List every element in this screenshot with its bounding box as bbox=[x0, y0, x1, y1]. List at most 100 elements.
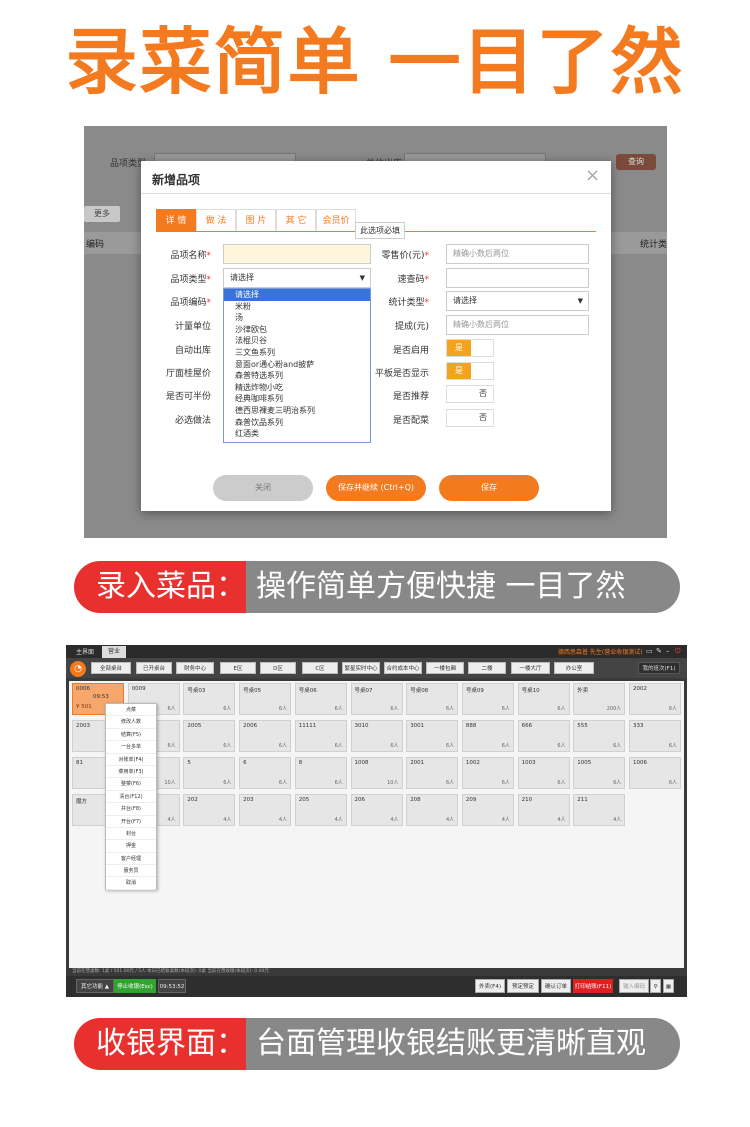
table-card[interactable]: 203 4人 bbox=[239, 794, 292, 826]
close-button[interactable]: 关闭 bbox=[213, 475, 313, 501]
tab-other[interactable]: 其 它 bbox=[276, 209, 316, 231]
nav-tab[interactable]: E区 bbox=[220, 662, 256, 674]
nav-tab[interactable]: 繁星实时中心 bbox=[342, 662, 380, 674]
table-card[interactable]: 号桌09 6人 bbox=[461, 683, 514, 715]
table-card[interactable]: 1005 6人 bbox=[573, 757, 626, 789]
table-card[interactable]: 209 4人 bbox=[461, 794, 514, 826]
table-card[interactable]: 210 4人 bbox=[517, 794, 570, 826]
dropdown-option[interactable]: 法棍贝谷 bbox=[224, 335, 370, 347]
dropdown-option[interactable]: 森普特选系列 bbox=[224, 370, 370, 382]
confirm-order-button[interactable]: 确认订单 bbox=[541, 979, 571, 993]
nav-tab[interactable]: 二楼 bbox=[468, 662, 506, 674]
context-menu-item[interactable]: 一台多单 bbox=[106, 741, 156, 754]
dropdown-option[interactable]: 经典咖啡系列 bbox=[224, 393, 370, 405]
tab-method[interactable]: 做 法 bbox=[196, 209, 236, 231]
minimize-icon[interactable]: – bbox=[666, 647, 670, 655]
table-card[interactable]: 555 6人 bbox=[573, 720, 626, 752]
dropdown-option[interactable]: 请选择 bbox=[224, 289, 370, 301]
item-type-dropdown[interactable]: 请选择 米粉汤沙律欧包 法棍贝谷 三文鱼系列 意面or通心粉and披萨 森普特选系列 精选炸… bbox=[223, 288, 371, 443]
item-type-select[interactable]: 请选择 ▼ bbox=[223, 268, 371, 288]
context-menu-item[interactable]: 封台 bbox=[106, 828, 156, 841]
close-icon[interactable]: × bbox=[585, 165, 600, 186]
dropdown-option[interactable]: 森普饮品系列 bbox=[224, 417, 370, 429]
search-button[interactable]: 查询 bbox=[616, 154, 656, 170]
tab-images[interactable]: 图 片 bbox=[236, 209, 276, 231]
table-card[interactable]: 3010 6人 bbox=[350, 720, 403, 752]
table-card[interactable]: 1006 6人 bbox=[629, 757, 681, 789]
table-card[interactable]: 211 4人 bbox=[573, 794, 626, 826]
power-icon[interactable]: ⏻ bbox=[675, 647, 681, 656]
table-card[interactable]: 206 4人 bbox=[350, 794, 403, 826]
retail-price-input[interactable]: 精确小数后两位 bbox=[446, 244, 589, 264]
table-card[interactable]: 2001 6人 bbox=[406, 757, 459, 789]
table-card[interactable]: 5 6人 bbox=[183, 757, 236, 789]
recommend-toggle[interactable]: 否 bbox=[446, 385, 494, 403]
nav-tab[interactable]: C区 bbox=[302, 662, 338, 674]
dropdown-option[interactable]: 德西思裸麦三明治系列 bbox=[224, 405, 370, 417]
table-card[interactable]: 2002 6人 bbox=[629, 683, 681, 715]
table-card[interactable]: 3001 6人 bbox=[406, 720, 459, 752]
other-functions-button[interactable]: 其它功能 ▲ bbox=[76, 979, 114, 993]
tab-main[interactable]: 主界面 bbox=[76, 647, 94, 656]
context-menu-item[interactable]: 修改人数 bbox=[106, 716, 156, 729]
dropdown-option[interactable]: 精选炸物小吃 bbox=[224, 382, 370, 394]
table-card[interactable]: 号桌07 6人 bbox=[350, 683, 403, 715]
table-card[interactable]: 11111 6人 bbox=[294, 720, 347, 752]
context-menu-item[interactable]: 客户经理 bbox=[106, 853, 156, 866]
more-button[interactable]: 更多 bbox=[84, 206, 120, 222]
table-card[interactable]: 888 6人 bbox=[461, 720, 514, 752]
dropdown-option[interactable]: 意面or通心粉and披萨 bbox=[224, 359, 370, 371]
save-continue-button[interactable]: 保存并继续 (Ctrl+Q) bbox=[326, 475, 426, 501]
context-menu-item[interactable]: 押金 bbox=[106, 840, 156, 853]
context-menu-item[interactable]: 点菜 bbox=[106, 704, 156, 717]
table-card[interactable]: 205 4人 bbox=[294, 794, 347, 826]
context-menu-item[interactable]: 菜用单(F3) bbox=[106, 766, 156, 779]
table-card[interactable]: 1002 6人 bbox=[461, 757, 514, 789]
tab-member-price[interactable]: 会员价 bbox=[316, 209, 356, 231]
context-menu-item[interactable]: 整菜(F6) bbox=[106, 778, 156, 791]
tab-details[interactable]: 详 情 bbox=[156, 209, 196, 231]
stop-cashier-button[interactable]: 停止收银(Esc) bbox=[114, 979, 156, 993]
grid-icon[interactable]: ▦ bbox=[663, 979, 674, 993]
context-menu-item[interactable]: 服务员 bbox=[106, 865, 156, 878]
takeout-button[interactable]: 外卖(F4) bbox=[475, 979, 505, 993]
nav-tab[interactable]: 一楼包厢 bbox=[426, 662, 464, 674]
context-menu-item[interactable]: 结算(F5) bbox=[106, 729, 156, 742]
side-dish-toggle[interactable]: 否 bbox=[446, 409, 494, 427]
table-card[interactable]: 2005 6人 bbox=[183, 720, 236, 752]
nav-tab[interactable]: 办公室 bbox=[554, 662, 594, 674]
tab-business[interactable]: 营业 bbox=[102, 646, 126, 658]
dropdown-option[interactable]: 红酒类 bbox=[224, 428, 370, 440]
nav-tab[interactable]: 已开桌台 bbox=[136, 662, 172, 674]
table-card[interactable]: 202 4人 bbox=[183, 794, 236, 826]
tablet-show-toggle[interactable]: 是 bbox=[446, 362, 494, 380]
table-card[interactable]: 208 4人 bbox=[406, 794, 459, 826]
dropdown-option[interactable]: 沙律欧包 bbox=[224, 324, 370, 336]
commission-input[interactable]: 精确小数后两位 bbox=[446, 315, 589, 335]
table-card[interactable]: 8 6人 bbox=[294, 757, 347, 789]
nav-tab[interactable]: 财务中心 bbox=[176, 662, 214, 674]
edit-icon[interactable]: ✎ bbox=[656, 647, 662, 655]
dropdown-option[interactable]: 汤 bbox=[224, 312, 370, 324]
nav-tab[interactable]: 合约成本中心 bbox=[384, 662, 422, 674]
table-card[interactable]: 号桌10 6人 bbox=[517, 683, 570, 715]
table-card[interactable]: 666 6人 bbox=[517, 720, 570, 752]
context-menu-item[interactable]: 并台(F8) bbox=[106, 803, 156, 816]
table-card[interactable]: 1008 10人 bbox=[350, 757, 403, 789]
nav-tab[interactable]: 全部桌台 bbox=[91, 662, 131, 674]
print-checkout-button[interactable]: 打印结账(F11) bbox=[573, 979, 613, 993]
nav-tab[interactable]: D区 bbox=[260, 662, 296, 674]
context-menu-item[interactable]: 取消 bbox=[106, 877, 156, 890]
save-button[interactable]: 保存 bbox=[439, 475, 539, 501]
context-menu-item[interactable]: 清台(F12) bbox=[106, 791, 156, 804]
table-card[interactable]: 1003 6人 bbox=[517, 757, 570, 789]
table-card[interactable]: 333 6人 bbox=[629, 720, 681, 752]
table-card[interactable]: 号桌08 6人 bbox=[406, 683, 459, 715]
item-name-input[interactable] bbox=[223, 244, 371, 264]
search-icon[interactable]: ⚲ bbox=[650, 979, 661, 993]
enabled-toggle[interactable]: 是 bbox=[446, 339, 494, 357]
booking-button[interactable]: 预定预定 bbox=[507, 979, 539, 993]
table-card[interactable]: 外卖 200人 bbox=[573, 683, 626, 715]
dropdown-option[interactable]: 米粉 bbox=[224, 301, 370, 313]
code-search-input[interactable]: 输入编码 bbox=[619, 979, 649, 993]
